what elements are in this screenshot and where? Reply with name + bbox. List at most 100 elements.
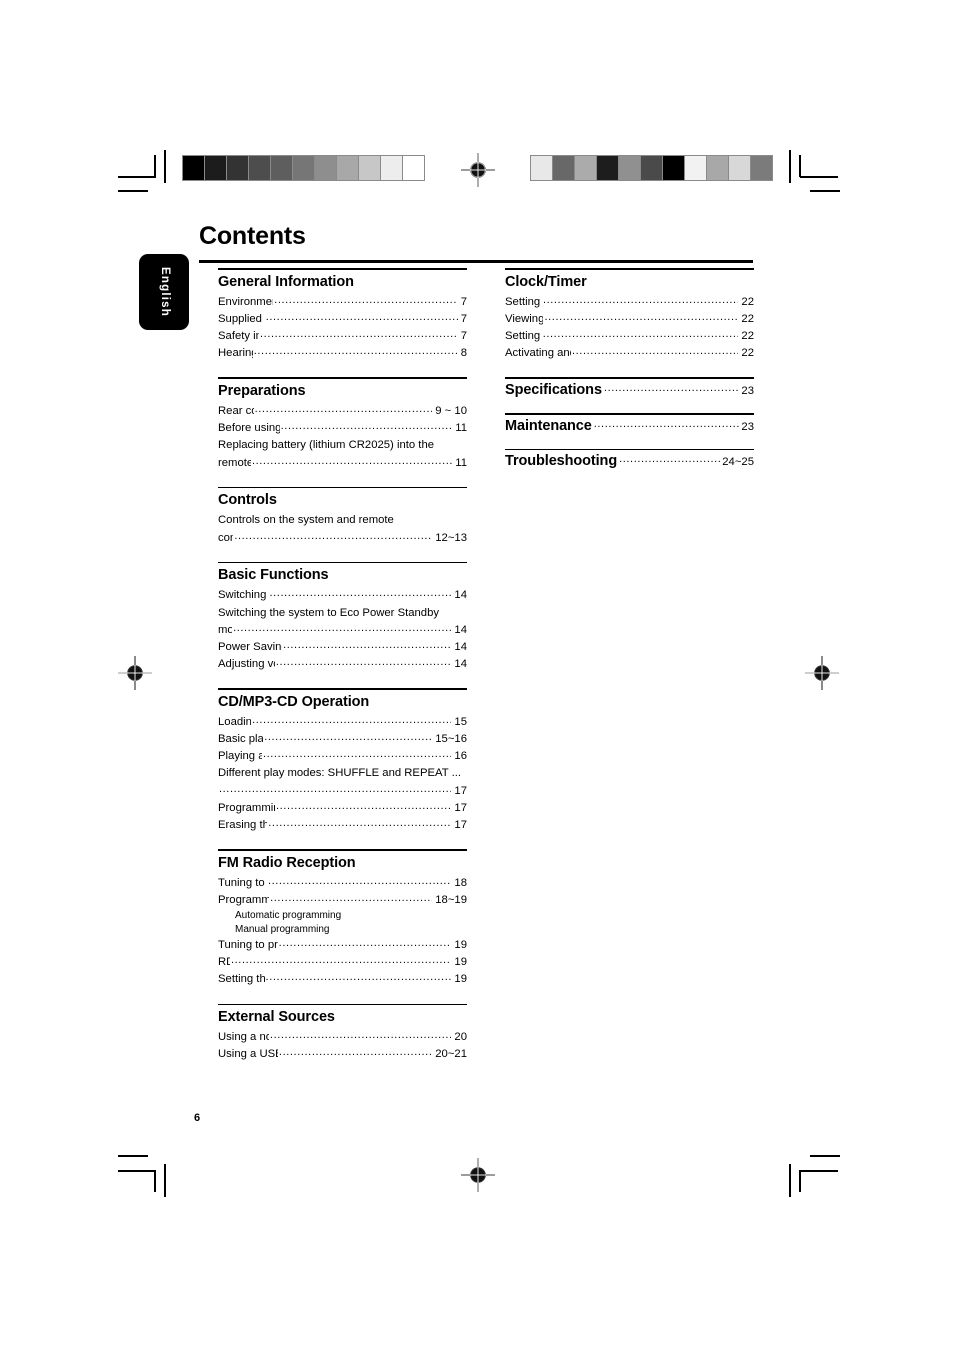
toc-page-number: 23 [741, 420, 754, 433]
section-heading: Troubleshooting [505, 453, 618, 470]
toc-page-number: 18 [454, 876, 467, 889]
dot-leader [543, 326, 739, 343]
toc-entry[interactable]: Troubleshooting 24~25 [505, 453, 754, 469]
toc-page-number: 8 [460, 347, 467, 360]
color-calibration-bar [530, 155, 773, 181]
dot-leader [594, 418, 740, 430]
dot-leader [572, 343, 738, 360]
calibration-swatch [227, 156, 249, 180]
section-heading: Maintenance [505, 417, 592, 434]
dot-leader [266, 969, 452, 986]
toc-entry[interactable]: Using a USB mass storage device 20~21 [218, 1046, 467, 1063]
toc-entry[interactable]: Specifications 23 [505, 382, 754, 398]
toc-subentry[interactable]: Automatic programming [218, 909, 467, 923]
toc-entry[interactable]: Activating and deactivating SLEEP 22 [505, 345, 754, 362]
toc-entry[interactable]: Adjusting volume and sound 14 [218, 656, 467, 673]
toc-page-number: 17 [454, 784, 467, 797]
dot-leader [543, 292, 738, 309]
section-divider [218, 377, 467, 379]
section-divider [218, 849, 467, 851]
toc-page-number: 19 [454, 939, 467, 952]
toc-entry-label: Programming track numbers [218, 801, 275, 814]
page-number: 6 [194, 1112, 201, 1124]
toc-section: Controls Controls on the system and remot… [218, 486, 467, 547]
section-divider [218, 688, 467, 690]
section-divider [505, 268, 754, 270]
toc-column-right: Clock/Timer Setting the clock 22 Viewing th… [505, 268, 754, 484]
toc-entry-label: Supplied accessories [218, 312, 265, 325]
toc-entry-label: Viewing the clock [505, 312, 544, 325]
toc-page-number: 7 [460, 330, 467, 343]
registration-target-icon-top [461, 153, 495, 187]
dot-leader [619, 453, 720, 465]
dot-leader [279, 1044, 432, 1061]
section-divider [505, 412, 754, 415]
toc-page-number: 14 [454, 658, 467, 671]
toc-entry-label: Basic playback controls [218, 733, 264, 746]
toc-page-number: 22 [741, 330, 754, 343]
toc-page-number: 18~19 [435, 893, 467, 906]
dot-leader [231, 952, 451, 969]
dot-leader [266, 309, 458, 326]
dot-leader [270, 890, 432, 907]
calibration-swatch [729, 156, 751, 180]
toc-entry[interactable]: Switching the system on 14 [218, 587, 467, 604]
toc-section: Troubleshooting 24~25 [505, 448, 754, 469]
toc-entry-label: Loading a disc [218, 715, 252, 728]
toc-page-number: 14 [454, 589, 467, 602]
toc-entry-label: Power Saving Automatic Standby [218, 640, 282, 653]
registration-target-icon-right [805, 656, 839, 690]
toc-entry[interactable]: control 12~13 [218, 530, 467, 547]
toc-page-number: 7 [460, 295, 467, 308]
calibration-swatch [205, 156, 227, 180]
toc-entry-label: Tuning to radio stations [218, 876, 267, 889]
toc-entry-label: Erasing the programme [218, 818, 268, 831]
toc-entry-label: Hearing Safety [218, 347, 253, 360]
toc-entry-label: Setting the RDS clock [218, 973, 265, 986]
calibration-swatch [315, 156, 337, 180]
toc-entry[interactable]: Before using the remote control 11 [218, 420, 467, 437]
crop-mark-top-left-bleed-vertical [164, 150, 166, 183]
toc-section: External Sources Using a non-USB device 20… [218, 1003, 467, 1064]
section-heading: External Sources [218, 1009, 335, 1026]
calibration-swatch [663, 156, 685, 180]
toc-entry-label: Switching the system on [218, 589, 269, 602]
crop-mark-bottom-right-bleed-vertical [789, 1164, 791, 1197]
toc-entry[interactable]: Programming radio stations 18~19 [218, 892, 467, 909]
toc-entry[interactable]: Playing an MP3 disc 16 [218, 748, 467, 765]
toc-entry-label: Playing an MP3 disc [218, 750, 262, 763]
toc-section: Specifications 23 [505, 377, 754, 398]
dot-leader [264, 729, 432, 746]
toc-page-number: 23 [741, 384, 754, 397]
section-divider [218, 561, 467, 564]
calibration-swatch [337, 156, 359, 180]
dot-leader [255, 401, 433, 418]
dot-leader [219, 781, 451, 798]
toc-entry[interactable]: Maintenance 23 [505, 418, 754, 434]
dot-leader [233, 620, 451, 637]
toc-entry-label: Programming radio stations [218, 893, 270, 906]
toc-section: PreparationsRear connections9 ~ 10Before… [218, 377, 467, 471]
section-divider [505, 448, 754, 451]
toc-page-number: 20~21 [435, 1048, 467, 1061]
crop-mark-bottom-left-horizontal [118, 1170, 156, 1172]
dot-leader [544, 309, 738, 326]
toc-entry[interactable]: Erasing the programme 17 [218, 817, 467, 834]
toc-entry[interactable]: Hearing Safety 8 [218, 345, 467, 362]
dot-leader [270, 1027, 452, 1044]
calibration-swatch [553, 156, 575, 180]
calibration-swatch [183, 156, 205, 180]
calibration-swatch [751, 156, 772, 180]
toc-page-number: 11 [455, 422, 467, 435]
toc-page-number: 7 [460, 312, 467, 325]
toc-page-number: 20 [454, 1031, 467, 1044]
section-heading: Specifications [505, 381, 602, 398]
toc-page-number: 16 [454, 750, 467, 763]
section-heading: Preparations [218, 382, 306, 399]
section-heading: Controls [218, 492, 277, 509]
toc-entry[interactable]: remote control 11 [218, 455, 467, 472]
toc-column-left: General InformationEnvironmental Informa… [218, 268, 467, 1079]
toc-entry[interactable]: Setting the RDS clock 19 [218, 971, 467, 988]
toc-section: Basic Functions Switching the system on 14… [218, 561, 467, 674]
toc-entry-label: control [218, 531, 234, 544]
